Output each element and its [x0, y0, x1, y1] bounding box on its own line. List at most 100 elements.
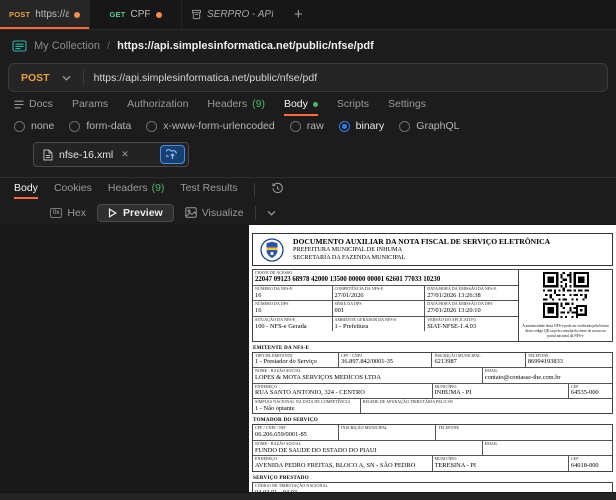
tab-headers[interactable]: Headers (9): [207, 96, 265, 116]
response-view-bar: 0x Hex Preview Visualize: [0, 201, 616, 224]
pdf-page: DOCUMENTO AUXILIAR DA NOTA FISCAL DE SER…: [249, 225, 616, 492]
municipality-coat-of-arms: [260, 237, 284, 262]
view-label: Preview: [123, 206, 163, 219]
tab-body[interactable]: Body: [283, 96, 318, 116]
qr-caption: A autenticidade desta NFS-e pode ser ver…: [522, 324, 609, 338]
open-tab-serpro-collection[interactable]: SERPRO - API Consulta C: [182, 0, 282, 29]
mode-label: form-data: [86, 120, 132, 132]
unsaved-changes-dot: [74, 11, 80, 18]
tab-params[interactable]: Params: [72, 96, 108, 116]
response-tab-test-results[interactable]: Test Results: [180, 181, 237, 199]
tab-label: Headers: [107, 182, 148, 194]
body-mode-urlencoded[interactable]: x-www-form-urlencoded: [146, 120, 275, 132]
tab-label: Body: [14, 182, 38, 194]
tab-docs[interactable]: Docs: [14, 96, 53, 116]
body-mode-none[interactable]: none: [14, 120, 54, 132]
pdf-tomador-table: CPF / CNPJ / NIF 06.206.659/0001-85 INSCR…: [252, 424, 613, 472]
field-value: contato@contasse-the.com.br: [484, 373, 561, 381]
binary-file-chip: nfse-16.xml ✕: [33, 142, 189, 167]
upload-icon: [166, 149, 177, 159]
tab-title: CPF: [130, 9, 151, 20]
tab-title: https://api.simplesinfo: [35, 9, 69, 20]
mode-label: GraphQL: [416, 120, 460, 132]
preview-view-button[interactable]: Preview: [97, 203, 174, 222]
hex-view-button[interactable]: 0x Hex: [50, 207, 86, 219]
breadcrumb-separator: /: [107, 40, 111, 52]
open-tab-get-cpf[interactable]: GET CPF: [90, 0, 182, 29]
field-value: RUA SANTO ANTONIO, 324 - CENTRO: [255, 389, 365, 397]
tab-label: Scripts: [336, 98, 369, 110]
field-value: 36.897.842/0001-35: [341, 358, 393, 366]
tab-label: Settings: [388, 98, 426, 110]
breadcrumb-collection[interactable]: My Collection: [34, 40, 100, 52]
tab-scripts[interactable]: Scripts: [337, 96, 369, 116]
field-value: INHUMA - PI: [434, 389, 472, 397]
field-value: 100 - NFS-e Gerada: [255, 322, 307, 330]
tab-label: Test Results: [180, 182, 238, 194]
pdf-subtitle-2: SECRETARIA DA FAZENDA MUNICIPAL: [293, 254, 406, 262]
url-bar: POST https://api.simplesinformatica.net/…: [8, 63, 608, 92]
tab-label: Docs: [29, 98, 53, 110]
field-value: 64535-000: [570, 389, 599, 397]
field-label: INSCRIÇÃO MUNICIPAL: [341, 425, 388, 431]
radio-icon-selected: [338, 120, 350, 132]
body-mode-selector: none form-data x-www-form-urlencoded raw…: [0, 116, 616, 136]
pdf-servico-table: CÓDIGO DE TRIBUTAÇÃO NACIONAL04.03.01 - …: [252, 481, 613, 492]
docs-list-icon: [14, 100, 24, 109]
body-mode-binary[interactable]: binary: [338, 120, 385, 132]
qr-code: [542, 272, 589, 318]
app-window: POST https://api.simplesinfo GET CPF SER…: [0, 0, 616, 500]
pdf-document-title: DOCUMENTO AUXILIAR DA NOTA FISCAL DE SER…: [293, 237, 551, 246]
field-value: 27/01/2026 13:20:10: [427, 307, 481, 315]
field-value: 6213987: [434, 358, 457, 366]
response-tab-body[interactable]: Body: [14, 181, 38, 199]
response-tab-cookies[interactable]: Cookies: [54, 181, 92, 199]
response-preview-pane[interactable]: DOCUMENTO AUXILIAR DA NOTA FISCAL DE SER…: [0, 224, 616, 492]
body-mode-raw[interactable]: raw: [289, 120, 324, 132]
field-value: 1 - Não optante: [255, 404, 295, 412]
method-dropdown[interactable]: POST: [9, 72, 83, 84]
field-value: 001: [334, 307, 345, 315]
open-tab-post-request[interactable]: POST https://api.simplesinfo: [0, 0, 90, 29]
headers-count-badge: (9): [252, 98, 265, 110]
mode-label: raw: [306, 120, 324, 132]
response-history-button[interactable]: [271, 182, 284, 195]
breadcrumb-request-title: https://api.simplesinformatica.net/publi…: [117, 40, 374, 52]
body-content-dot: [312, 101, 318, 107]
pdf-header: DOCUMENTO AUXILIAR DA NOTA FISCAL DE SER…: [252, 233, 613, 266]
body-mode-form-data[interactable]: form-data: [69, 120, 131, 132]
field-value: AVENIDA PEDRO FREITAS, BLOCO A, SN - SÃO…: [255, 462, 416, 470]
field-label: TELEFONE: [438, 425, 460, 431]
field-value: 04.03.01 - 04.03: [255, 489, 610, 492]
body-mode-graphql[interactable]: GraphQL: [399, 120, 459, 132]
remove-file-button[interactable]: ✕: [119, 149, 131, 160]
field-value: 86994193833: [527, 358, 563, 366]
new-tab-button[interactable]: +: [282, 0, 315, 29]
window-footer: [0, 492, 616, 500]
field-value: LOPES & MOTA SERVIÇOS MEDICOS LTDA: [255, 373, 382, 381]
http-request-icon: [12, 40, 27, 52]
tab-label: Headers: [207, 98, 248, 110]
field-value: 27/01/2026: [334, 291, 364, 299]
select-file-button[interactable]: [160, 145, 185, 164]
tab-authorization[interactable]: Authorization: [127, 96, 188, 116]
radio-icon: [399, 120, 411, 132]
pdf-subtitle-1: PREFEITURA MUNICIPAL DE INHUMA: [293, 246, 403, 254]
method-label: POST: [21, 71, 50, 84]
emitente-section-title: EMITENTE DA NFS-E: [253, 344, 310, 351]
chevron-down-icon[interactable]: [267, 210, 276, 216]
mode-label: binary: [355, 120, 385, 132]
file-icon: [43, 149, 53, 161]
tab-settings[interactable]: Settings: [388, 96, 426, 116]
field-value: 1 - Prestador do Serviço: [255, 358, 317, 366]
url-input[interactable]: https://api.simplesinformatica.net/publi…: [94, 72, 318, 84]
response-tab-headers[interactable]: Headers (9): [108, 181, 165, 199]
radio-icon: [146, 120, 158, 132]
field-value: 06.206.659/0001-85: [255, 431, 307, 439]
access-key-value: 22047 09123 68978 42000 13500 00000 0000…: [255, 275, 441, 283]
visualize-view-button[interactable]: Visualize: [185, 207, 244, 219]
divider: [253, 183, 255, 197]
request-tab-bar: POST https://api.simplesinfo GET CPF SER…: [0, 0, 616, 30]
radio-icon: [14, 120, 25, 132]
image-icon: [185, 207, 197, 218]
